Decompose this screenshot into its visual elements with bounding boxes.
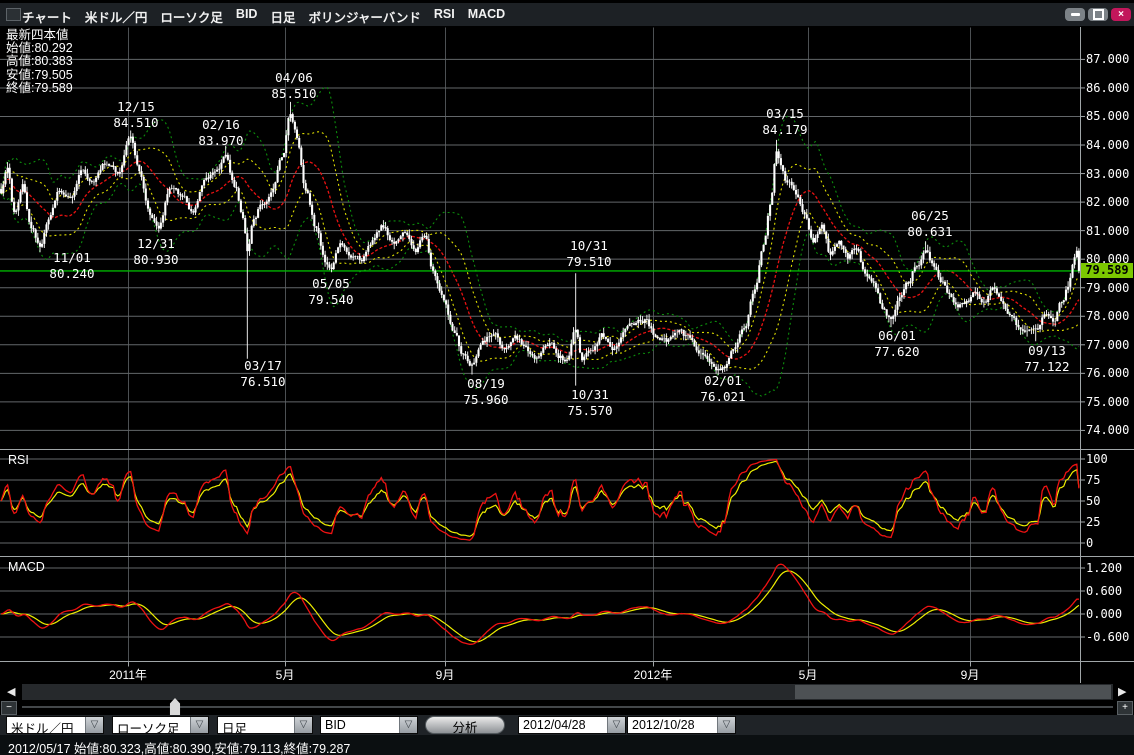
symbol-select-value: 米ドル／円: [7, 717, 85, 733]
chart-type-select-value: ローソク足: [113, 717, 190, 733]
scrollbar-thumb[interactable]: [795, 685, 1111, 699]
status-text: 2012/05/17 始値:80.323,高値:80.390,安値:79.113…: [8, 738, 350, 755]
bollinger-center: [1, 161, 1079, 359]
zoom-out-button[interactable]: −: [1, 701, 17, 715]
timeframe-select[interactable]: 日足▽: [217, 716, 313, 734]
scrollbar-track[interactable]: [22, 684, 1113, 700]
date-from-select[interactable]: 2012/04/28▽: [518, 716, 626, 734]
chart-canvas[interactable]: [0, 0, 1134, 755]
chart-type-select-dropdown-icon[interactable]: ▽: [190, 717, 208, 733]
chart-window: チャート米ドル／円ローソク足BID日足ボリンジャーバンドRSIMACD × 最新…: [0, 0, 1134, 755]
zoom-in-button[interactable]: +: [1117, 701, 1133, 715]
chart-type-select[interactable]: ローソク足▽: [112, 716, 209, 734]
zoom-slider-row: − +: [0, 700, 1134, 715]
rsi-slow-line: [1, 461, 1079, 536]
ohlc-legend: 最新四本値 始値:80.292 高値:80.383 安値:79.505 終値:7…: [6, 29, 73, 95]
status-bar: 2012/05/17 始値:80.323,高値:80.390,安値:79.113…: [0, 735, 1134, 755]
date-to-select-value: 2012/10/28: [628, 717, 717, 733]
price-side-select[interactable]: BID▽: [320, 716, 418, 734]
zoom-slider-track[interactable]: [22, 706, 1113, 708]
current-price-tag: 79.589: [1081, 263, 1133, 278]
timeframe-select-dropdown-icon[interactable]: ▽: [294, 717, 312, 733]
legend-low: 安値:79.505: [6, 69, 73, 82]
rsi-fast-line: [1, 460, 1079, 541]
date-from-select-dropdown-icon[interactable]: ▽: [607, 717, 625, 733]
candle-wicks: [1, 102, 1079, 386]
price-side-select-dropdown-icon[interactable]: ▽: [399, 717, 417, 733]
date-from-select-value: 2012/04/28: [519, 717, 607, 733]
date-to-select-dropdown-icon[interactable]: ▽: [717, 717, 735, 733]
macd-label: MACD: [8, 560, 45, 574]
symbol-select[interactable]: 米ドル／円▽: [6, 716, 104, 734]
scroll-left-icon[interactable]: ◀: [7, 686, 15, 698]
bollinger-band: [1, 132, 1079, 351]
date-to-select[interactable]: 2012/10/28▽: [627, 716, 736, 734]
macd-line: [1, 564, 1079, 644]
price-side-select-value: BID: [321, 717, 399, 733]
rsi-label: RSI: [8, 453, 29, 467]
analyze-button[interactable]: 分析: [425, 716, 505, 734]
timeframe-select-value: 日足: [218, 717, 294, 733]
toolbar: 分析 米ドル／円▽ローソク足▽日足▽BID▽2012/04/28▽2012/10…: [0, 715, 1134, 735]
horizontal-scrollbar: ◀ ▶: [0, 684, 1134, 700]
legend-close: 終値:79.589: [6, 82, 73, 95]
scroll-right-icon[interactable]: ▶: [1118, 686, 1126, 698]
symbol-select-dropdown-icon[interactable]: ▽: [85, 717, 103, 733]
macd-signal-line: [1, 571, 1079, 642]
legend-high: 高値:80.383: [6, 55, 73, 68]
